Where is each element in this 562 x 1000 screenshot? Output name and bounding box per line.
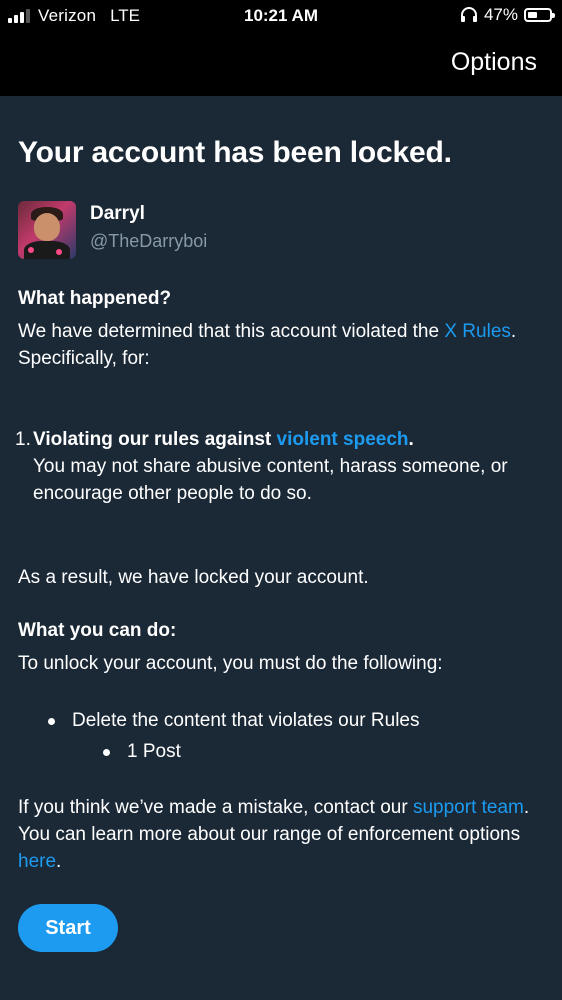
display-name: Darryl — [90, 203, 145, 224]
sub-step-item: 1 Post — [103, 738, 181, 765]
battery-fill — [528, 12, 537, 18]
support-team-link[interactable]: support team — [413, 797, 524, 818]
what-happened-text: We have determined that this account vio… — [18, 321, 517, 369]
avatar — [18, 201, 76, 259]
what-happened-heading: What happened? — [18, 288, 172, 309]
step-label: Delete the content that violates our Rul… — [72, 710, 420, 731]
violation-item: 1. Violating our rules against violent s… — [15, 426, 545, 507]
status-right: 47% — [460, 5, 555, 25]
options-button[interactable]: Options — [451, 48, 537, 77]
battery-icon — [524, 8, 555, 22]
battery-percent: 47% — [483, 5, 518, 24]
mistake-text: If you think we’ve made a mistake, conta… — [18, 797, 530, 872]
status-bar: Verizon LTE 10:21 AM 47% — [0, 0, 562, 32]
page-title: Your account has been locked. — [18, 136, 452, 169]
step-item: Delete the content that violates our Rul… — [48, 707, 419, 734]
result-text: As a result, we have locked your account… — [18, 567, 369, 588]
headphones-icon — [460, 7, 477, 22]
profile-card: Darryl @TheDarryboi — [18, 201, 207, 259]
top-bar: Verizon LTE 10:21 AM 47% Options — [0, 0, 562, 96]
what-you-can-do-heading: What you can do: — [18, 620, 177, 641]
sub-step-label: 1 Post — [127, 741, 181, 762]
start-button[interactable]: Start — [18, 904, 118, 952]
bullet-icon — [48, 718, 55, 725]
here-link[interactable]: here — [18, 851, 56, 872]
user-handle: @TheDarryboi — [90, 231, 208, 251]
x-rules-link[interactable]: X Rules — [444, 321, 511, 342]
unlock-intro: To unlock your account, you must do the … — [18, 653, 443, 674]
violent-speech-link[interactable]: violent speech — [277, 429, 409, 450]
violation-description: You may not share abusive content, haras… — [33, 456, 508, 504]
bullet-icon — [103, 749, 110, 756]
violation-title: Violating our rules against violent spee… — [33, 429, 414, 450]
violation-number: 1. — [15, 429, 31, 450]
